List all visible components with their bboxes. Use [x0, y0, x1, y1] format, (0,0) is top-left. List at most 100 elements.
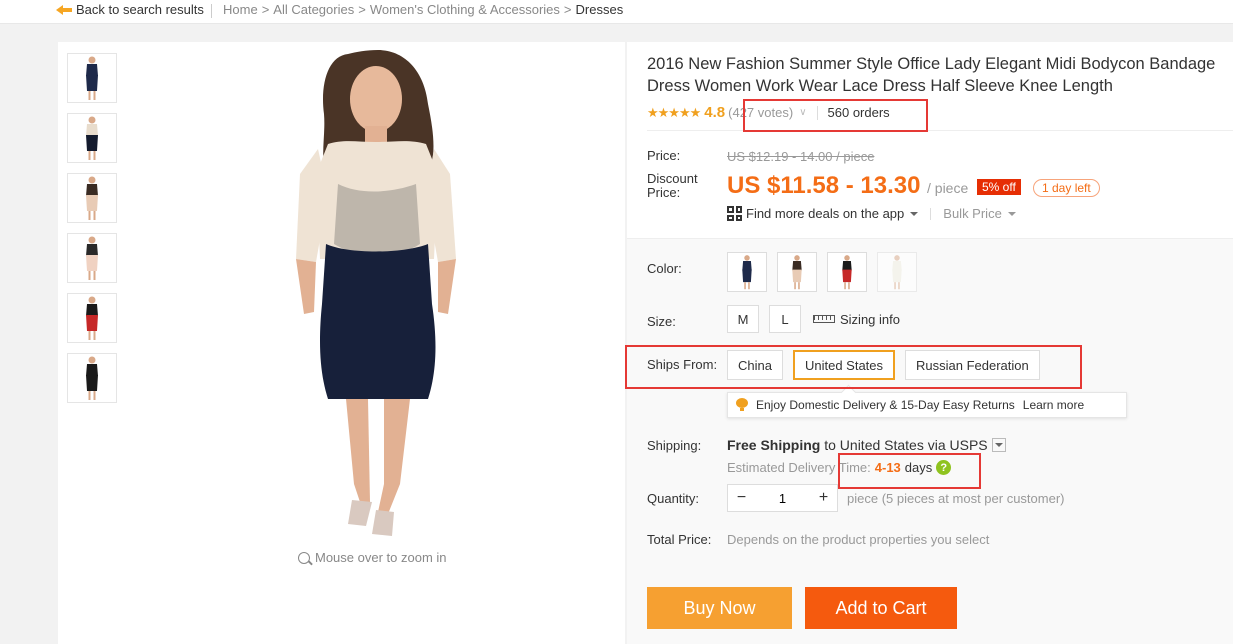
price-label: Price: — [647, 148, 681, 163]
color-swatch-4[interactable] — [877, 252, 917, 292]
star-rating-icon: ★★★★★ — [647, 104, 701, 120]
chevron-down-icon[interactable]: ∨ — [799, 107, 806, 118]
bulk-price-link[interactable]: Bulk Price — [943, 206, 1002, 221]
orders-divider — [816, 105, 818, 120]
thumbnail-4[interactable] — [67, 233, 117, 283]
dress-thumbnail-image — [86, 356, 98, 400]
breadcrumb-separator: > — [261, 2, 270, 17]
dress-thumbnail-image — [86, 296, 98, 340]
chevron-down-icon[interactable] — [1007, 211, 1016, 216]
qr-code-icon — [727, 206, 742, 221]
color-label: Color: — [647, 261, 682, 276]
rating-row: ★★★★★ 4.8 (427 votes) ∨ 560 orders — [647, 104, 890, 121]
color-swatch-1[interactable] — [727, 252, 767, 292]
search-icon — [298, 551, 310, 564]
days-left-badge: 1 day left — [1033, 179, 1100, 197]
options-box: Color: Size: M L Sizing info Ships From:… — [627, 238, 1233, 644]
est-delivery-label: Estimated Delivery Time: — [727, 460, 871, 475]
breadcrumb-home[interactable]: Home — [223, 2, 258, 17]
estimated-delivery: Estimated Delivery Time: 4-13 days ? — [727, 460, 952, 475]
title-divider — [647, 130, 1233, 131]
breadcrumb-womens-clothing[interactable]: Women's Clothing & Accessories — [370, 2, 560, 17]
discount-price-label: Discount Price: — [647, 171, 698, 200]
dress-swatch-image — [742, 255, 752, 290]
app-deals-link[interactable]: Find more deals on the app — [746, 206, 904, 221]
tooltip-text: Enjoy Domestic Delivery & 15-Day Easy Re… — [756, 398, 1015, 412]
quantity-stepper: − + — [727, 484, 838, 512]
lightbulb-icon — [736, 398, 748, 412]
back-arrow-icon — [56, 3, 72, 17]
ruler-icon — [813, 315, 835, 323]
top-bar: Back to search results Home > All Catego… — [0, 0, 1233, 24]
domestic-delivery-tooltip: Enjoy Domestic Delivery & 15-Day Easy Re… — [727, 392, 1127, 418]
thumbnail-list — [67, 53, 117, 413]
zoom-hint-label: Mouse over to zoom in — [315, 550, 447, 565]
total-price-value: Depends on the product properties you se… — [727, 532, 990, 547]
size-option-m[interactable]: M — [727, 305, 759, 333]
ships-from-china[interactable]: China — [727, 350, 783, 380]
est-delivery-unit: days — [904, 460, 933, 475]
breadcrumb-dresses[interactable]: Dresses — [576, 2, 624, 17]
zoom-hint: Mouse over to zoom in — [298, 550, 447, 565]
product-details: 2016 New Fashion Summer Style Office Lad… — [627, 42, 1233, 644]
quantity-decrease-button[interactable]: − — [728, 485, 755, 511]
app-deals-row: Find more deals on the app Bulk Price — [727, 206, 1016, 221]
sizing-info-label: Sizing info — [840, 311, 900, 327]
breadcrumb-all-categories[interactable]: All Categories — [273, 2, 354, 17]
free-shipping-text: Free Shipping — [727, 437, 821, 453]
color-swatch-3[interactable] — [827, 252, 867, 292]
color-swatches — [727, 252, 917, 292]
size-options: M L Sizing info — [727, 305, 900, 333]
discount-badge: 5% off — [977, 179, 1021, 195]
shipping-destination: to United States via USPS — [820, 437, 988, 453]
dress-thumbnail-image — [86, 116, 98, 160]
ships-from-options: China United States Russian Federation — [727, 350, 1040, 380]
color-swatch-2[interactable] — [777, 252, 817, 292]
size-label: Size: — [647, 314, 676, 329]
add-to-cart-button[interactable]: Add to Cart — [805, 587, 957, 629]
chevron-down-icon[interactable] — [910, 211, 919, 216]
breadcrumb-separator: > — [563, 2, 572, 17]
breadcrumb: Home > All Categories > Women's Clothing… — [223, 2, 623, 17]
back-to-search-link[interactable]: Back to search results — [56, 2, 204, 17]
quantity-increase-button[interactable]: + — [810, 485, 837, 511]
sizing-info-link[interactable]: Sizing info — [813, 312, 900, 327]
orders-count: 560 orders — [827, 105, 890, 120]
thumbnail-5[interactable] — [67, 293, 117, 343]
per-piece-unit: / piece — [927, 180, 969, 196]
learn-more-link[interactable]: Learn more — [1023, 398, 1084, 412]
model-dress-image — [296, 50, 456, 536]
breadcrumb-separator: > — [358, 2, 366, 17]
thumbnail-2[interactable] — [67, 113, 117, 163]
buy-now-button[interactable]: Buy Now — [647, 587, 792, 629]
product-gallery: Mouse over to zoom in — [58, 42, 625, 644]
dress-swatch-image — [792, 255, 802, 290]
votes-count[interactable]: (427 votes) — [728, 105, 793, 120]
ships-from-united-states[interactable]: United States — [792, 350, 896, 380]
shipping-method: Free Shipping to United States via USPS — [727, 437, 1006, 453]
bulk-divider — [930, 207, 932, 220]
chevron-down-icon — [994, 443, 1003, 447]
ships-from-label: Ships From: — [647, 357, 718, 372]
shipping-label: Shipping: — [647, 438, 702, 453]
quantity-label: Quantity: — [647, 491, 700, 506]
dress-thumbnail-image — [86, 56, 98, 100]
size-option-l[interactable]: L — [769, 305, 801, 333]
help-icon[interactable]: ? — [936, 460, 952, 475]
original-price: US $12.19 - 14.00 / piece — [727, 149, 875, 164]
total-price-label: Total Price: — [647, 532, 712, 547]
back-link-label: Back to search results — [76, 2, 204, 17]
dress-thumbnail-image — [86, 236, 98, 280]
quantity-input[interactable] — [755, 485, 810, 511]
quantity-note: piece (5 pieces at most per customer) — [847, 491, 1065, 506]
thumbnail-1[interactable] — [67, 53, 117, 103]
dress-thumbnail-image — [86, 176, 98, 220]
est-delivery-days: 4-13 — [874, 460, 901, 475]
thumbnail-3[interactable] — [67, 173, 117, 223]
product-title: 2016 New Fashion Summer Style Office Lad… — [647, 55, 1216, 95]
ships-from-russian-federation[interactable]: Russian Federation — [905, 350, 1040, 380]
dress-swatch-image — [892, 255, 902, 290]
main-product-image[interactable] — [188, 44, 563, 543]
shipping-dropdown-toggle[interactable] — [991, 438, 1006, 452]
thumbnail-6[interactable] — [67, 353, 117, 403]
